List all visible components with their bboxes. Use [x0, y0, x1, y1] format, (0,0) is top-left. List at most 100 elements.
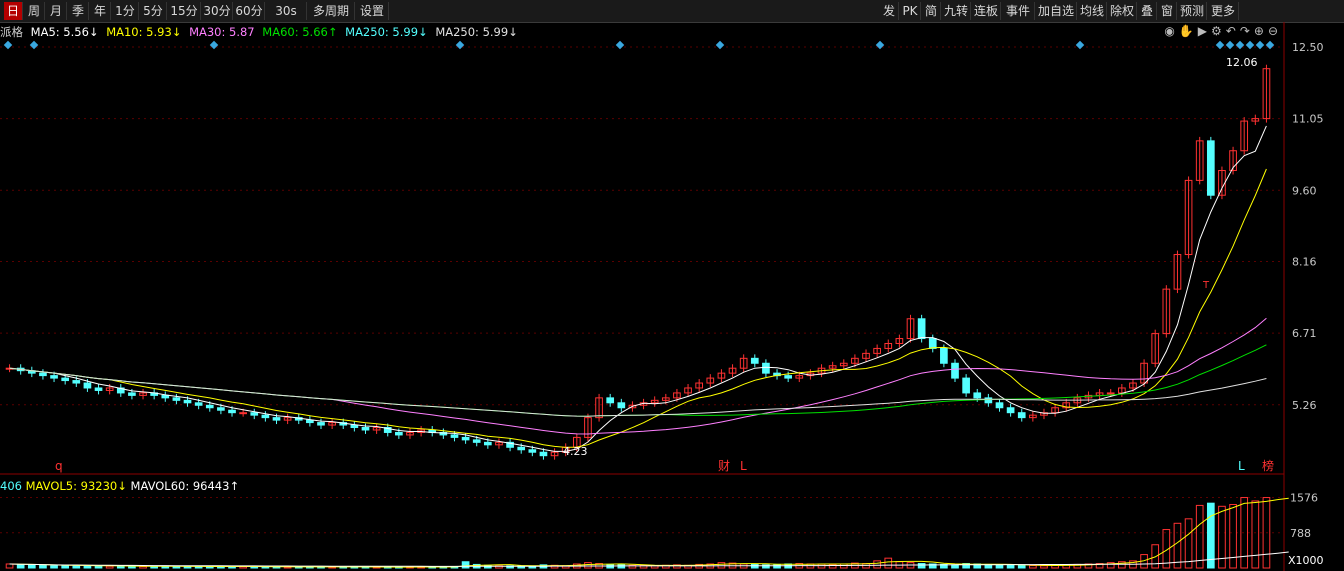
price-tick-label: 12.50: [1292, 41, 1324, 54]
event-marker-icon: [1265, 40, 1275, 50]
volume-bar: [773, 563, 781, 569]
volume-bar: [617, 564, 626, 569]
candle-body: [1017, 412, 1026, 419]
candle-body: [962, 377, 970, 394]
mavol60-line: [9, 551, 1289, 567]
volume-bar: [1173, 522, 1182, 569]
volume-bar: [94, 565, 103, 569]
candle-body: [917, 318, 926, 340]
event-marker-icon: [1075, 40, 1085, 50]
l-marker-2: L: [1238, 459, 1245, 473]
volume-bar: [105, 565, 114, 569]
candle-body: [517, 446, 526, 451]
candle-body: [361, 427, 370, 431]
volume-bar: [1040, 565, 1048, 569]
volume-bar: [39, 564, 47, 569]
low-price-label: 4.23: [563, 445, 588, 458]
candle-body: [762, 362, 770, 374]
volume-bar: [995, 564, 1004, 569]
volume-bar: [884, 557, 893, 569]
t-marker: T: [1202, 280, 1210, 291]
q-marker: q: [55, 459, 63, 473]
volume-bar: [5, 563, 14, 569]
volume-bar: [16, 563, 25, 569]
event-marker-icon: [3, 40, 13, 50]
candle-body: [50, 375, 58, 379]
volume-bar: [1006, 564, 1015, 569]
candle-body: [161, 394, 170, 399]
event-marker-icon: [455, 40, 465, 50]
event-marker-icon: [1255, 40, 1265, 50]
price-tick-label: 8.16: [1292, 255, 1317, 268]
candle-body: [784, 375, 792, 379]
candle-body: [217, 407, 225, 411]
volume-bar: [951, 564, 959, 569]
candle-body: [83, 382, 92, 389]
candle-body: [472, 439, 481, 443]
candle-body: [39, 372, 47, 377]
candle-body: [94, 387, 103, 391]
candle-body: [617, 402, 626, 409]
event-marker-icon: [875, 40, 885, 50]
volume-bar: [50, 565, 58, 569]
price-tick-label: 9.60: [1292, 184, 1317, 197]
price-tick-label: 5.26: [1292, 399, 1317, 412]
candle-body: [317, 422, 325, 426]
candle-body: [539, 451, 548, 457]
candle-body: [1006, 407, 1015, 414]
price-tick-label: 6.71: [1292, 327, 1317, 340]
candle-body: [272, 417, 281, 421]
candle-body: [395, 431, 403, 436]
volume-bar: [461, 561, 470, 569]
volume-bar: [83, 565, 92, 569]
ma250-line: [9, 367, 1267, 417]
candle-body: [261, 414, 270, 419]
volume-unit-label: X1000: [1288, 554, 1324, 567]
candle-body: [128, 392, 136, 396]
candle-body: [484, 441, 492, 446]
l-marker-1: L: [740, 459, 747, 473]
candle-body: [172, 397, 181, 401]
candle-body: [205, 404, 214, 409]
volume-bar: [1240, 497, 1249, 569]
volume-bar: [1184, 518, 1193, 569]
event-marker-icon: [1215, 40, 1225, 50]
event-marker-icon: [209, 40, 219, 50]
volume-bar: [27, 564, 36, 569]
event-marker-icon: [615, 40, 625, 50]
event-marker-icon: [715, 40, 725, 50]
candle-body: [750, 357, 759, 364]
candle-body: [606, 397, 615, 404]
volume-bar: [584, 562, 592, 569]
price-volume-chart[interactable]: 12.50 11.05 9.60 8.16 6.71 5.26 1576 788 X1000 4.…: [0, 0, 1344, 571]
candle-body: [194, 402, 203, 406]
event-marker-icon: [1225, 40, 1235, 50]
volume-bar: [1229, 504, 1237, 569]
volume-bar: [1251, 500, 1260, 569]
candle-body: [306, 419, 314, 424]
volume-bar: [61, 565, 70, 569]
ma30-line: [9, 317, 1267, 435]
candle-body: [450, 434, 459, 438]
candle-body: [72, 380, 81, 384]
candle-body: [239, 412, 247, 415]
volume-bar: [917, 563, 926, 569]
volume-tick-label: 1576: [1290, 492, 1318, 505]
cai-marker: 财: [718, 459, 730, 473]
candle-body: [995, 402, 1004, 409]
event-marker-icon: [1235, 40, 1245, 50]
volume-bar: [1206, 502, 1215, 569]
volume-tick-label: 788: [1290, 527, 1311, 540]
bang-marker: 榜: [1262, 458, 1274, 473]
volume-bar: [1029, 565, 1037, 569]
candle-body: [928, 338, 937, 349]
candle-body: [350, 424, 359, 429]
volume-bar: [828, 563, 837, 569]
event-marker-icon: [29, 40, 39, 50]
candle-body: [61, 377, 70, 382]
price-tick-label: 11.05: [1292, 113, 1324, 126]
event-marker-icon: [1245, 40, 1255, 50]
candle-body: [183, 399, 192, 404]
candle-body: [940, 347, 948, 364]
candle-body: [528, 449, 537, 453]
